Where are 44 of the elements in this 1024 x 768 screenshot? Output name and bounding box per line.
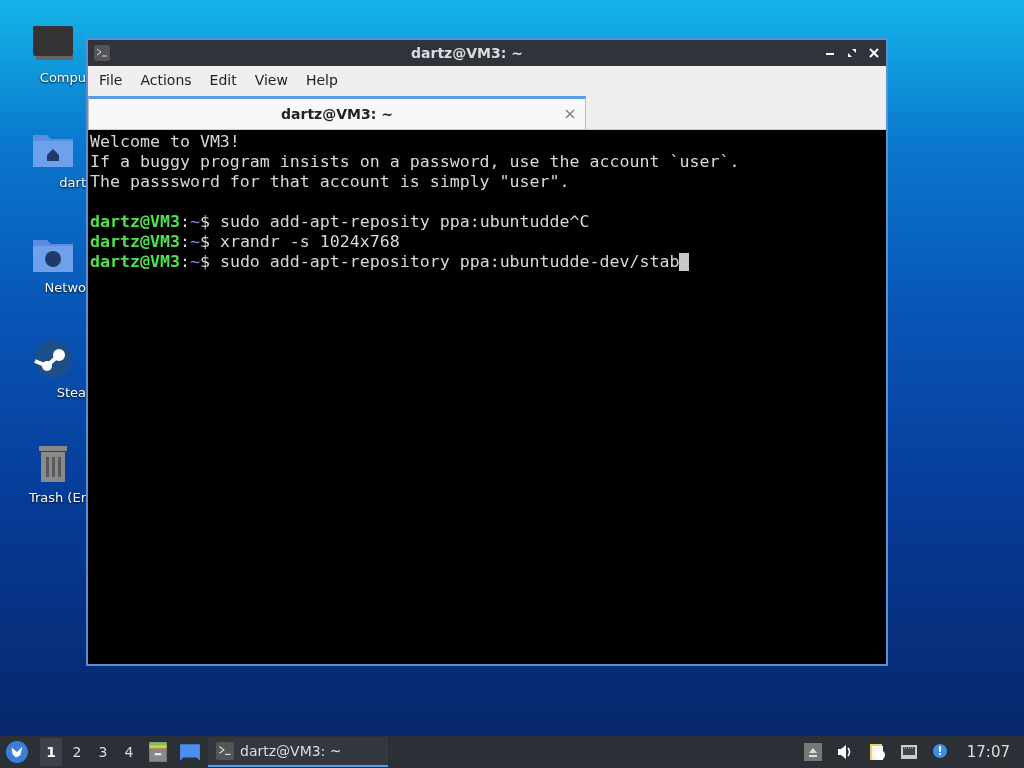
- steam-icon[interactable]: [33, 339, 73, 379]
- prompt-directory: ~: [189, 212, 200, 232]
- clock[interactable]: 17:07: [966, 743, 1010, 761]
- workspace-button[interactable]: 3: [92, 738, 114, 766]
- taskbar-task[interactable]: dartz@VM3: ~: [208, 737, 388, 767]
- prompt-user: dartz@VM3: [90, 232, 180, 252]
- maximize-icon[interactable]: [846, 47, 858, 59]
- menu-item[interactable]: Actions: [131, 72, 201, 88]
- terminal-command: $ sudo add-apt-repository ppa:ubuntudde-dev/stab: [199, 252, 680, 272]
- desktop-icon-label[interactable]: Stea: [56, 385, 86, 400]
- desktop-icon-label[interactable]: dart: [59, 175, 86, 190]
- prompt-user: dartz@VM3: [90, 212, 180, 232]
- terminal-command: $ xrandr -s 1024x768: [199, 232, 400, 252]
- terminal-output: If a buggy program insists on a password, use the account `user`.: [90, 152, 740, 172]
- prompt-separator: :: [179, 212, 190, 232]
- workspace-button[interactable]: 2: [66, 738, 88, 766]
- desktop-icon[interactable]: [179, 741, 201, 763]
- menu-item[interactable]: View: [245, 72, 297, 88]
- terminal-icon: [216, 742, 234, 760]
- terminal-command: $ sudo add-apt-reposity ppa:ubuntudde^C: [199, 212, 590, 232]
- menu-item[interactable]: Help: [296, 72, 347, 88]
- notification-icon[interactable]: [931, 743, 950, 761]
- menu-item[interactable]: File: [90, 72, 132, 88]
- workspace-button[interactable]: 1: [40, 738, 62, 766]
- file-cabinet-icon[interactable]: [147, 741, 169, 763]
- text-cursor: [679, 253, 690, 271]
- prompt-directory: ~: [189, 232, 200, 252]
- prompt-separator: :: [179, 232, 190, 252]
- network-icon[interactable]: [899, 743, 918, 761]
- terminal-tab[interactable]: dartz@VM3: ~: [88, 96, 586, 129]
- clipboard-icon[interactable]: [867, 743, 886, 761]
- desktop-icon-label[interactable]: Netwo: [44, 280, 86, 295]
- prompt-user: dartz@VM3: [90, 252, 180, 272]
- menu-item[interactable]: Edit: [200, 72, 246, 88]
- bird-logo-icon[interactable]: [6, 741, 28, 763]
- desktop-icon-label[interactable]: Trash (Er: [28, 490, 86, 505]
- prompt-directory: ~: [189, 252, 200, 272]
- prompt-separator: :: [179, 252, 190, 272]
- terminal-output: The passsword for that account is simply "user".: [90, 172, 570, 192]
- workspace-button[interactable]: 4: [118, 738, 140, 766]
- eject-icon[interactable]: [803, 743, 822, 761]
- terminal-output: Welcome to VM3!: [90, 132, 240, 152]
- terminal-icon: [94, 45, 110, 61]
- window-title: dartz@VM3: ~: [410, 45, 524, 61]
